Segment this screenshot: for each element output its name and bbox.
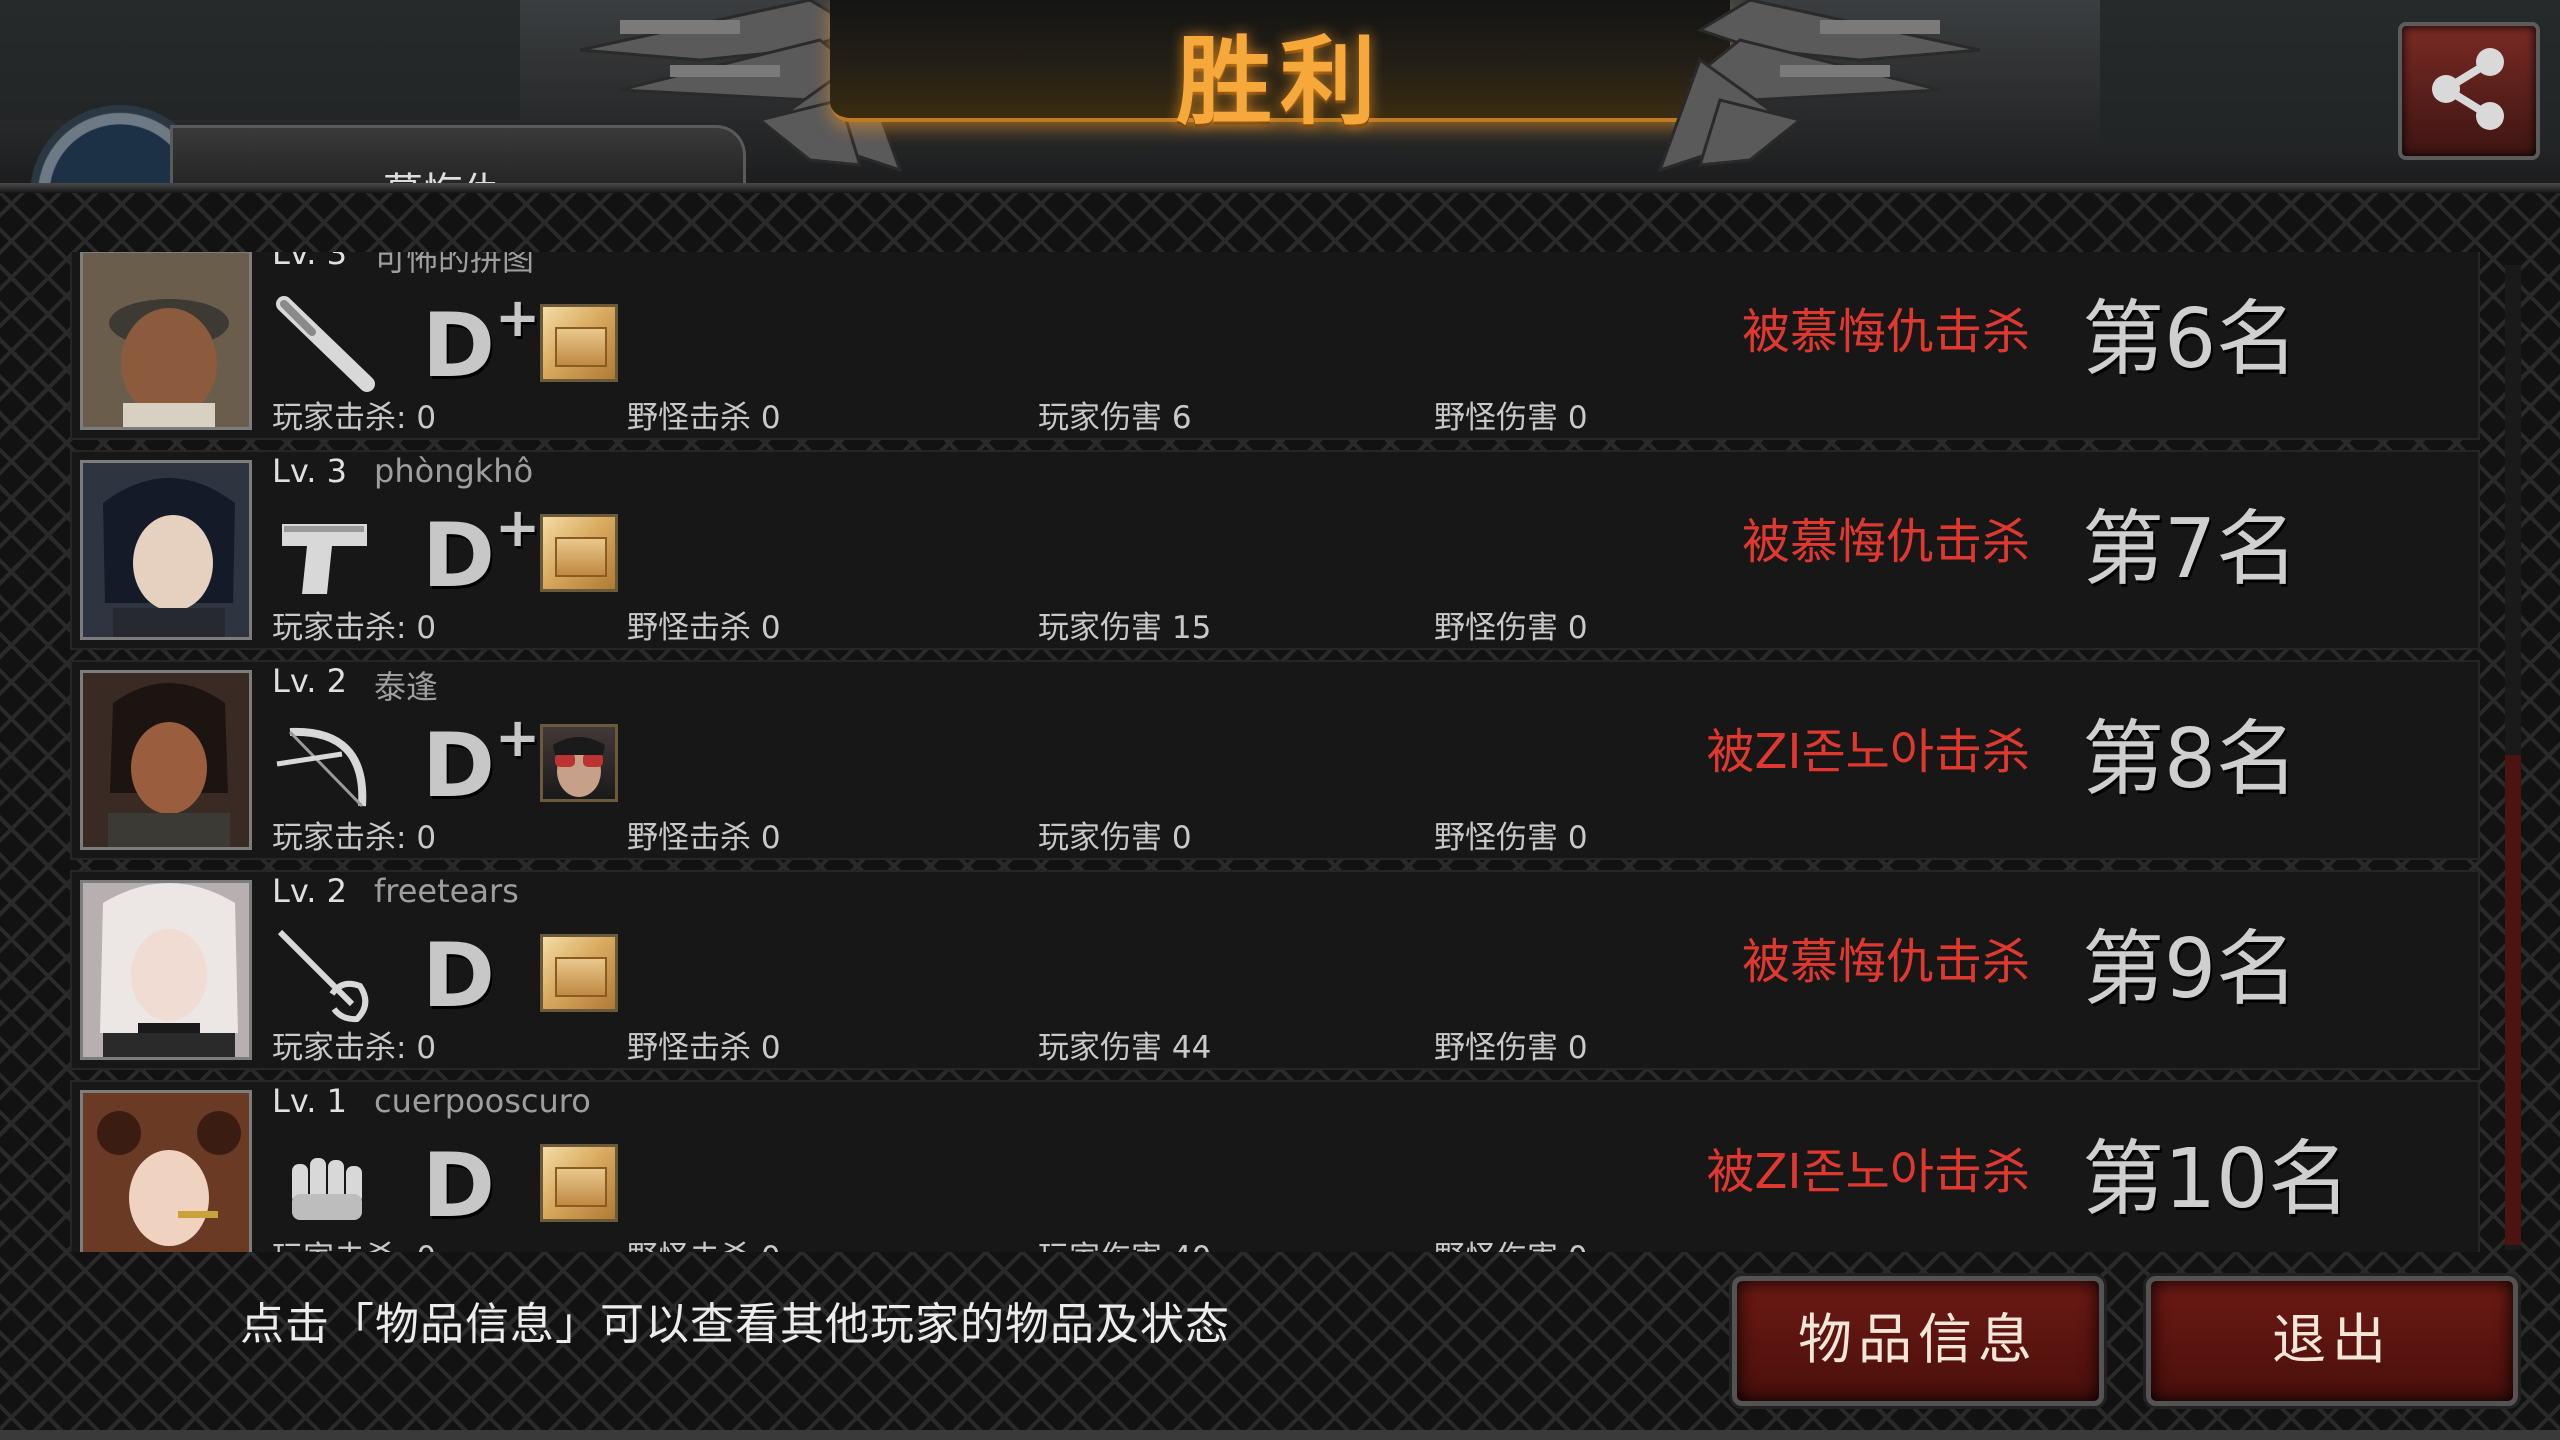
hint-text: 点击「物品信息」可以查看其他玩家的物品及状态 [240, 1299, 1230, 1350]
bottom-border [0, 1430, 2560, 1440]
binoculars-portrait-icon[interactable] [540, 724, 618, 802]
player-damage-stat: 玩家伤害 44 [1038, 1030, 1212, 1066]
grade-badge: D [422, 1134, 496, 1237]
grade-badge: D [422, 924, 496, 1027]
grade-badge: D+ [422, 705, 541, 817]
monster-damage-stat: 野怪伤害 0 [1434, 1030, 1588, 1066]
player-damage-stat: 玩家伤害 0 [1038, 820, 1192, 856]
player-name: cuerpooscuro [374, 1082, 591, 1120]
rank-text: 第10名 [2082, 1132, 2351, 1227]
results-scrollbar[interactable] [2505, 265, 2521, 1250]
player-name: 泰逢 [374, 668, 439, 706]
share-icon [2432, 48, 2504, 130]
player-damage-stat: 玩家伤害 40 [1038, 1232, 1211, 1252]
item-info-button[interactable]: 物品信息 [1732, 1276, 2104, 1406]
rank-text: 第6名 [2082, 292, 2299, 387]
player-kills-stat: 玩家击杀: 0 [272, 610, 437, 646]
killed-by-text: 被慕悔仇击杀 [1741, 514, 2030, 570]
result-row[interactable]: Lv. 2 泰逢 D+ 被ZI존노아击杀 第8名 玩家击杀: 0 野怪击杀 0 … [70, 660, 2480, 860]
player-damage-stat: 玩家伤害 6 [1038, 400, 1192, 436]
player-portrait [80, 460, 252, 640]
glove-icon [292, 1158, 362, 1220]
grade-badge: D+ [422, 285, 541, 397]
monster-kills-stat: 野怪击杀 0 [627, 400, 781, 436]
rank-text: 第8名 [2082, 712, 2299, 807]
player-level: Lv. 3 [272, 452, 347, 490]
grade-badge: D+ [422, 495, 541, 607]
rank-text: 第7名 [2082, 502, 2299, 597]
share-button[interactable] [2398, 22, 2540, 160]
pistol-icon [282, 524, 367, 594]
monster-kills-stat: 野怪击杀 0 [627, 1232, 781, 1252]
player-damage-stat: 玩家伤害 15 [1038, 610, 1212, 646]
monster-kills-stat: 野怪击杀 0 [627, 820, 781, 856]
rank-text: 第9名 [2082, 922, 2299, 1017]
monster-kills-stat: 野怪击杀 0 [627, 610, 781, 646]
player-level: Lv. 1 [272, 1082, 347, 1120]
player-kills-stat: 玩家击杀: 0 [272, 820, 437, 856]
rapier-icon [277, 929, 369, 1023]
title-plate: 胜利 [830, 0, 1730, 138]
page-title: 胜利 [1176, 26, 1384, 138]
player-kills-stat: 玩家击杀: 0 [272, 1030, 437, 1066]
player-level: Lv. 2 [272, 662, 347, 700]
result-row[interactable]: Lv. 1 cuerpooscuro D 被ZI존노아击杀 第10名 玩家击杀:… [70, 1080, 2480, 1252]
bat-icon [276, 296, 375, 392]
player-name: freetears [374, 872, 519, 910]
killed-by-text: 被ZI존노아击杀 [1706, 1144, 2030, 1200]
killed-by-text: 被ZI존노아击杀 [1706, 724, 2030, 780]
ruin-background [0, 0, 520, 120]
player-portrait [80, 670, 252, 850]
monster-damage-stat: 野怪伤害 0 [1434, 1232, 1588, 1252]
crate-icon[interactable] [540, 514, 618, 592]
player-kills-stat: 玩家击杀: 0 [272, 400, 437, 436]
killed-by-text: 被慕悔仇击杀 [1741, 934, 2030, 990]
player-kills-stat: 玩家击杀: 0 [272, 1232, 436, 1252]
result-row[interactable]: Lv. 3 可怖的拼图 D+ 被慕悔仇击杀 第6名 玩家击杀: 0 野怪击杀 0… [70, 252, 2480, 440]
monster-kills-stat: 野怪击杀 0 [627, 1030, 781, 1066]
exit-button[interactable]: 退出 [2146, 1276, 2518, 1406]
player-level: Lv. 2 [272, 872, 347, 910]
player-name: 可怖的拼图 [374, 252, 535, 278]
player-level: Lv. 3 [272, 252, 347, 272]
victory-banner: 胜利 [560, 0, 2000, 173]
killed-by-text: 被慕悔仇击杀 [1741, 304, 2030, 360]
player-portrait [80, 252, 252, 430]
player-portrait [80, 880, 252, 1060]
monster-damage-stat: 野怪伤害 0 [1434, 400, 1588, 436]
results-list[interactable]: Lv. 3 可怖的拼图 D+ 被慕悔仇击杀 第6名 玩家击杀: 0 野怪击杀 0… [70, 252, 2490, 1252]
winged-guns-emblem-icon [1657, 0, 1981, 173]
player-name: phòngkhô [374, 452, 534, 490]
scrollbar-thumb[interactable] [2505, 755, 2521, 1245]
crate-icon[interactable] [540, 934, 618, 1012]
crate-icon[interactable] [540, 1144, 618, 1222]
monster-damage-stat: 野怪伤害 0 [1434, 610, 1588, 646]
player-portrait [80, 1090, 252, 1252]
bow-icon [276, 727, 367, 808]
panel-top-border [0, 183, 2560, 193]
monster-damage-stat: 野怪伤害 0 [1434, 820, 1588, 856]
result-row[interactable]: Lv. 2 freetears D 被慕悔仇击杀 第9名 玩家击杀: 0 野怪击… [70, 870, 2480, 1070]
result-row[interactable]: Lv. 3 phòngkhô D+ 被慕悔仇击杀 第7名 玩家击杀: 0 野怪击… [70, 450, 2480, 650]
crate-icon[interactable] [540, 304, 618, 382]
